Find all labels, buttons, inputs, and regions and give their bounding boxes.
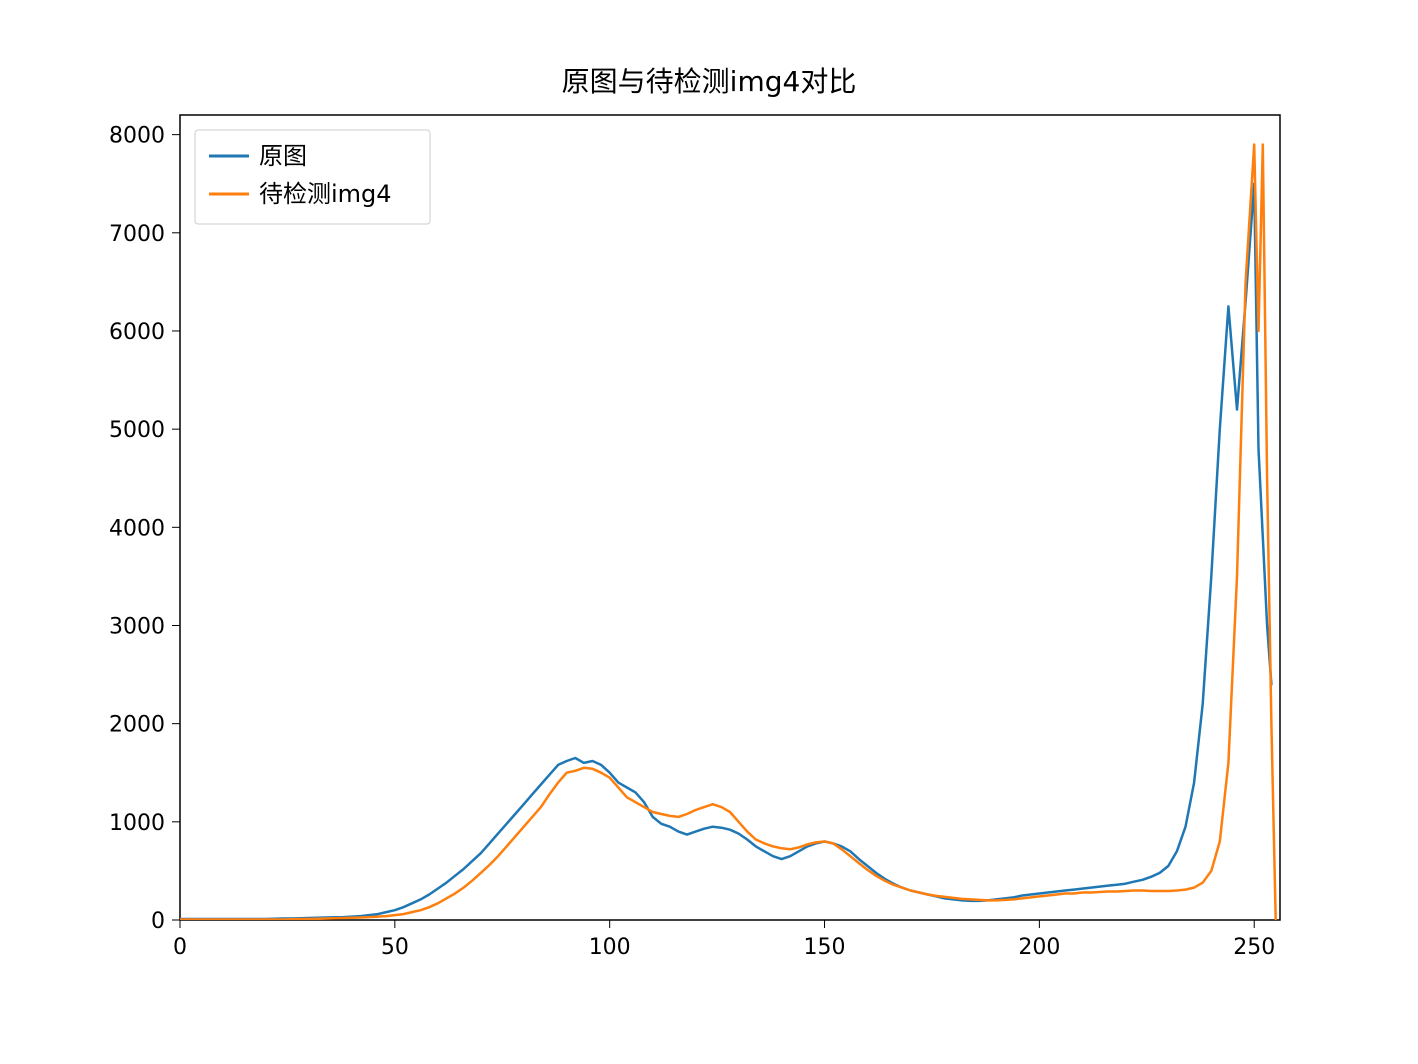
legend-label-0: 原图 [259,142,307,170]
x-tick-label: 100 [589,935,631,960]
y-tick-label: 2000 [109,713,165,738]
x-tick-label: 150 [804,935,846,960]
x-tick-label: 200 [1018,935,1060,960]
x-tick-label: 250 [1233,935,1275,960]
y-tick-label: 3000 [109,614,165,639]
y-tick-label: 1000 [109,811,165,836]
x-tick-label: 0 [173,935,187,960]
series-line-1 [180,145,1276,921]
plot-area [180,115,1280,920]
x-tick-label: 50 [381,935,409,960]
legend-label-1: 待检测img4 [259,180,392,208]
y-tick-label: 0 [151,909,165,934]
y-tick-label: 5000 [109,418,165,443]
y-tick-label: 8000 [109,124,165,149]
y-tick-label: 4000 [109,516,165,541]
chart-svg: 0 50 100 150 200 250 0 1000 2000 3000 4000 5000 6000… [0,0,1418,1064]
legend-box [195,130,430,224]
chart-container: 原图与待检测img4对比 050100150200250010002000300… [0,0,1418,1064]
y-tick-label: 6000 [109,320,165,345]
y-tick-label: 7000 [109,222,165,247]
